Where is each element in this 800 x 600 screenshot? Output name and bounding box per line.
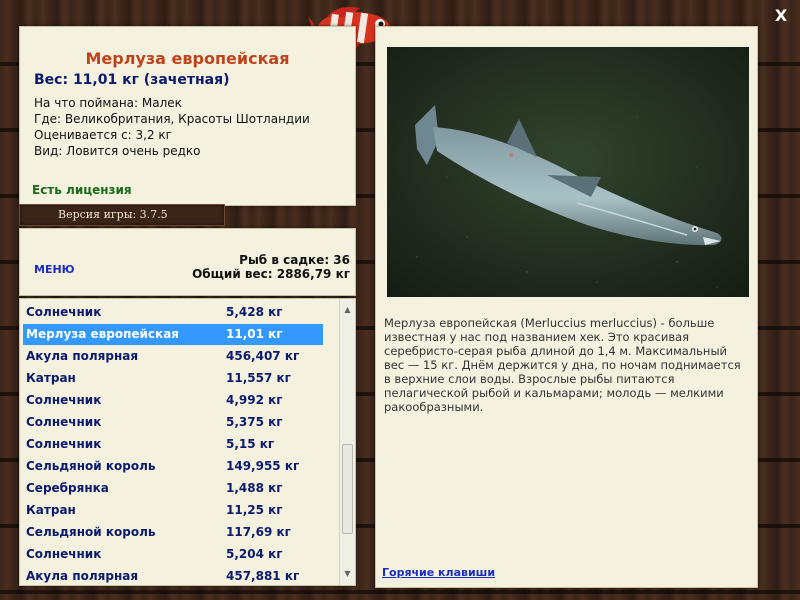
list-item-weight: 11,557 кг [226, 371, 291, 385]
scrollbar-thumb[interactable] [342, 444, 353, 534]
list-item-weight: 456,407 кг [226, 349, 300, 363]
list-item-name: Сельдяной король [26, 525, 156, 539]
list-item[interactable]: Сельдяной король 117,69 кг [23, 522, 324, 543]
list-item-name: Солнечник [26, 393, 102, 407]
list-item-name: Катран [26, 371, 76, 385]
fish-count: Рыб в садке: 36 [239, 253, 350, 267]
list-item[interactable]: Сельдяной король 149,955 кг [23, 456, 324, 477]
fish-detail-panel: Мерлуза европейская (Merluccius merlucci… [375, 26, 758, 588]
fish-valued-from: Оценивается с: 3,2 кг [34, 128, 172, 142]
list-item-name: Солнечник [26, 415, 102, 429]
list-item-name: Мерлуза европейская [26, 327, 179, 341]
fish-location: Где: Великобритания, Красоты Шотландии [34, 112, 310, 126]
fish-kind: Вид: Ловится очень редко [34, 144, 201, 158]
list-item[interactable]: Солнечник 5,428 кг [23, 302, 324, 323]
list-item[interactable]: Мерлуза европейская 11,01 кг [23, 324, 323, 345]
version-label: Версия игры: 3.7.5 [58, 208, 168, 221]
hotkeys-link[interactable]: Горячие клавиши [382, 566, 495, 579]
list-item-name: Солнечник [26, 437, 102, 451]
list-item-weight: 457,881 кг [226, 569, 300, 583]
list-item[interactable]: Солнечник 5,204 кг [23, 544, 324, 565]
list-item-weight: 4,992 кг [226, 393, 283, 407]
list-item-name: Акула полярная [26, 349, 139, 363]
list-item-name: Сельдяной король [26, 459, 156, 473]
list-item[interactable]: Акула полярная 456,407 кг [23, 346, 324, 367]
list-item-name: Солнечник [26, 305, 102, 319]
list-item[interactable]: Солнечник 4,992 кг [23, 390, 324, 411]
list-item-weight: 149,955 кг [226, 459, 300, 473]
list-item-weight: 11,01 кг [226, 327, 283, 341]
total-weight: Общий вес: 2886,79 кг [192, 267, 350, 281]
list-item[interactable]: Серебрянка 1,488 кг [23, 478, 324, 499]
fish-weight: Вес: 11,01 кг (зачетная) [34, 72, 230, 88]
menu-button[interactable]: МЕНЮ [34, 263, 75, 276]
chevron-down-icon[interactable]: ▼ [341, 567, 354, 581]
list-item-name: Катран [26, 503, 76, 517]
list-item-name: Серебрянка [26, 481, 109, 495]
fish-bait: На что поймана: Малек [34, 96, 182, 110]
list-item-weight: 5,15 кг [226, 437, 275, 451]
list-item-weight: 5,204 кг [226, 547, 283, 561]
fish-name-title: Мерлуза европейская [85, 49, 290, 68]
list-item[interactable]: Акула полярная 457,881 кг [23, 566, 324, 585]
stats-panel: МЕНЮ Рыб в садке: 36 Общий вес: 2886,79 … [19, 228, 356, 296]
chevron-up-icon[interactable]: ▲ [341, 303, 354, 317]
list-item[interactable]: Солнечник 5,375 кг [23, 412, 324, 433]
list-item-weight: 1,488 кг [226, 481, 283, 495]
fish-description: Мерлуза европейская (Merluccius merlucci… [384, 316, 741, 414]
list-item-weight: 5,428 кг [226, 305, 283, 319]
list-item-weight: 117,69 кг [226, 525, 291, 539]
catch-list: Солнечник 5,428 кг Мерлуза европейская 11,0… [19, 298, 356, 586]
list-item-weight: 5,375 кг [226, 415, 283, 429]
version-plaque: Версия игры: 3.7.5 [19, 204, 225, 226]
list-item-name: Акула полярная [26, 569, 139, 583]
list-item-name: Солнечник [26, 547, 102, 561]
list-item-weight: 11,25 кг [226, 503, 283, 517]
fish-info-panel: Мерлуза европейская Вес: 11,01 кг (зачет… [19, 26, 356, 206]
list-item[interactable]: Катран 11,25 кг [23, 500, 324, 521]
list-item[interactable]: Катран 11,557 кг [23, 368, 324, 389]
close-button[interactable]: X [772, 7, 790, 25]
license-status: Есть лицензия [32, 183, 132, 197]
close-icon: X [774, 6, 788, 25]
fish-photo [387, 47, 749, 297]
list-item[interactable]: Солнечник 5,15 кг [23, 434, 324, 455]
list-scrollbar[interactable]: ▲ ▼ [339, 299, 355, 585]
